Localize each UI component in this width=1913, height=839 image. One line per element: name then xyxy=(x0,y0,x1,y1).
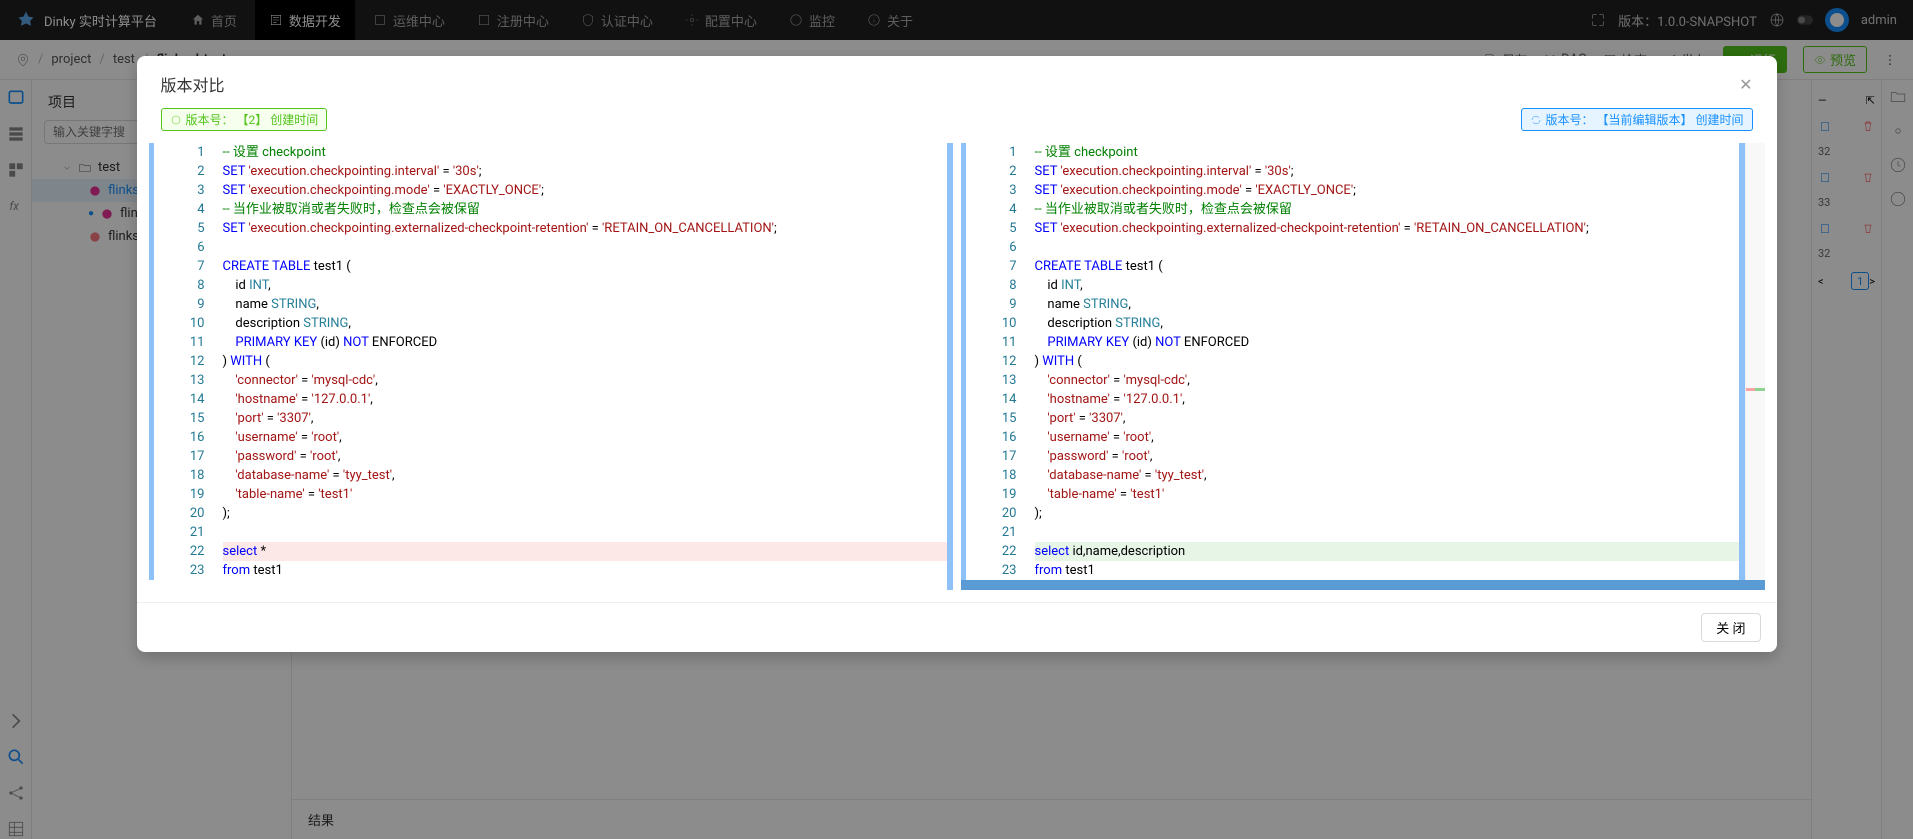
modal-overlay[interactable]: 版本对比 ✕ 版本号： 【2】 创建时间 版本号： 【当前编辑版本】 创建时间 … xyxy=(0,0,1913,839)
diff-right-pane[interactable]: 1234567891011121314151617181920212223 --… xyxy=(961,143,1765,590)
diff-left-pane[interactable]: 1234567891011121314151617181920212223 --… xyxy=(149,143,953,590)
right-gutter: 1234567891011121314151617181920212223 xyxy=(979,143,1029,580)
right-version-tag: 版本号： 【当前编辑版本】 创建时间 xyxy=(1521,108,1753,131)
left-code[interactable]: -- 设置 checkpointSET 'execution.checkpoin… xyxy=(217,143,947,590)
h-scrollbar[interactable] xyxy=(961,580,1765,590)
tag-icon xyxy=(170,114,182,126)
left-gutter: 1234567891011121314151617181920212223 xyxy=(167,143,217,590)
version-diff-modal: 版本对比 ✕ 版本号： 【2】 创建时间 版本号： 【当前编辑版本】 创建时间 … xyxy=(137,56,1777,652)
modal-title: 版本对比 xyxy=(161,72,225,96)
sync-icon xyxy=(1530,114,1542,126)
modal-close-icon[interactable]: ✕ xyxy=(1739,75,1752,94)
diff-container: 1234567891011121314151617181920212223 --… xyxy=(137,143,1777,602)
minimap[interactable] xyxy=(1745,143,1765,580)
left-version-tag: 版本号： 【2】 创建时间 xyxy=(161,108,328,131)
close-button[interactable]: 关 闭 xyxy=(1701,613,1760,642)
right-code[interactable]: -- 设置 checkpointSET 'execution.checkpoin… xyxy=(1029,143,1739,580)
